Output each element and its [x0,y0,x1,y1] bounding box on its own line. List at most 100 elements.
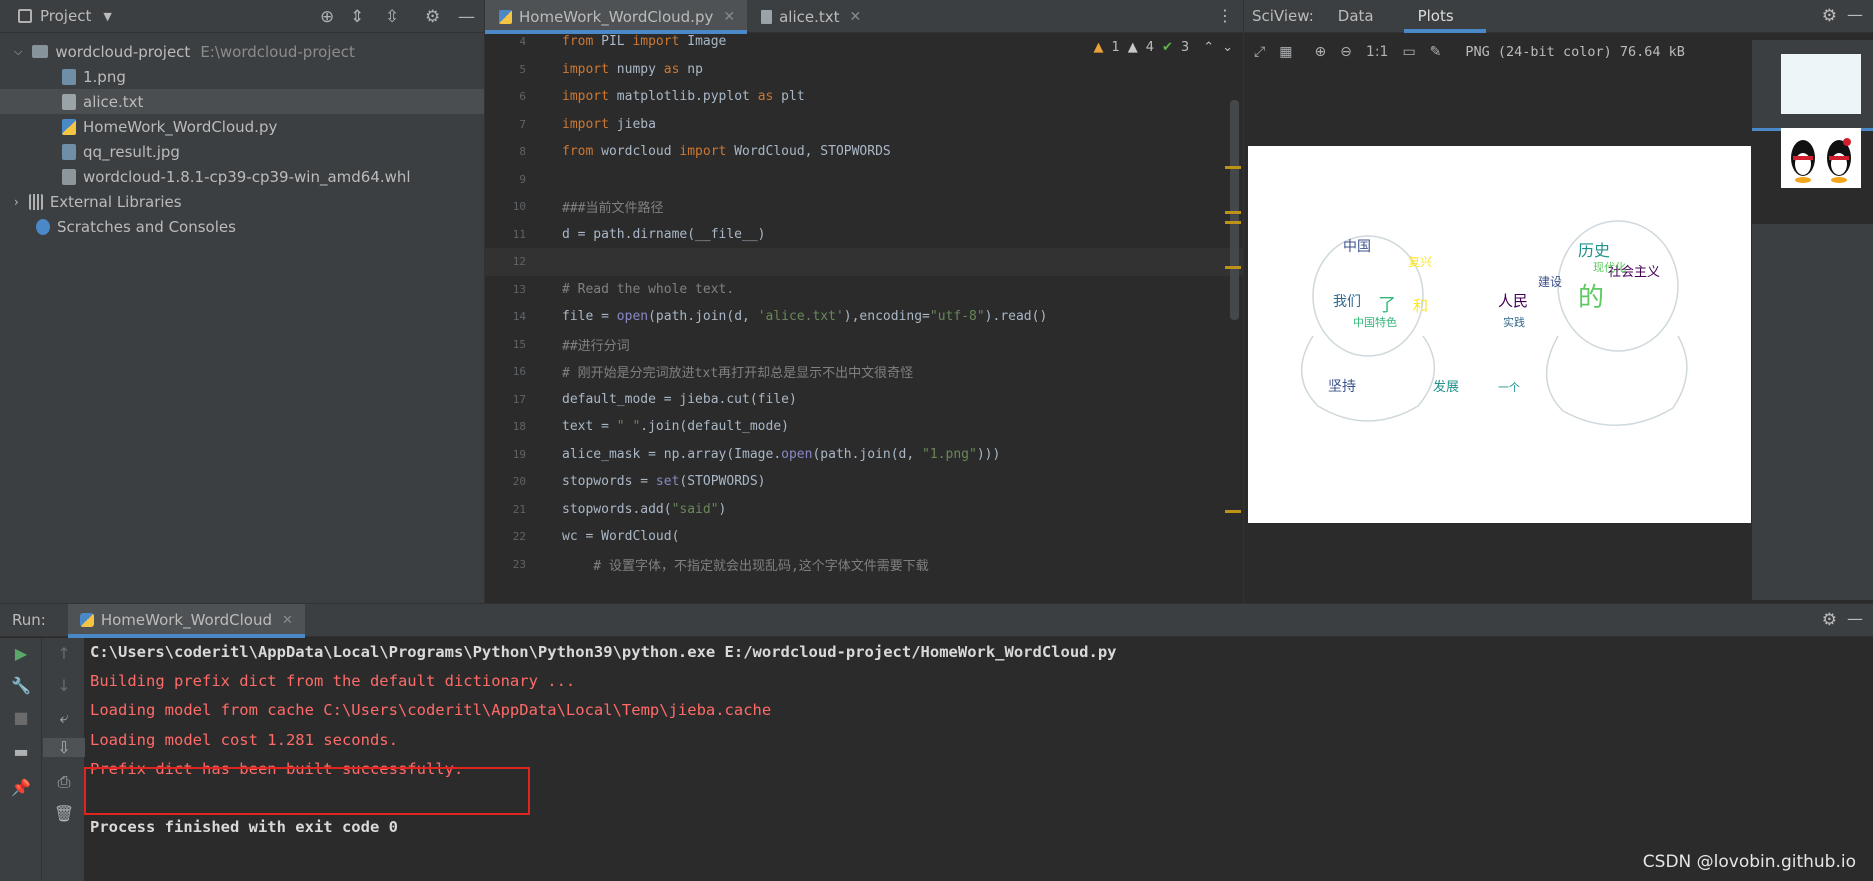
tab-data[interactable]: Data [1338,7,1374,25]
code-line[interactable]: 19 alice_mask = np.array(Image.open(path.… [485,441,1243,469]
code-line[interactable]: 15 ##进行分词 [485,331,1243,359]
tree-item-file[interactable]: 1.png [0,64,484,89]
code-line[interactable]: 22 wc = WordCloud( [485,523,1243,551]
pin-icon[interactable]: 📌 [0,778,42,797]
grid-icon[interactable]: ▦ [1279,44,1292,60]
code-line[interactable]: 20 stopwords = set(STOPWORDS) [485,468,1243,496]
code-text: d = path.dirname(__file__) [562,226,766,242]
text-file-icon [62,93,76,110]
scroll-to-end-icon[interactable]: ⇩ [43,738,85,757]
code-line[interactable]: 14 file = open(path.join(d, 'alice.txt'),… [485,303,1243,331]
code-text: import matplotlib.pyplot as plt [562,89,805,105]
tree-item-file[interactable]: HomeWork_WordCloud.py [0,114,484,139]
console-output[interactable]: C:\Users\coderitl\AppData\Local\Programs… [90,638,1873,881]
code-line[interactable]: 10 ###当前文件路径 [485,193,1243,221]
warning-marker[interactable] [1225,166,1241,169]
line-number: 16 [512,365,526,379]
expand-all-icon[interactable]: ⇕ [350,7,364,27]
code-line[interactable]: 5 import numpy as np [485,56,1243,84]
print-icon[interactable]: ⎙ [43,772,85,792]
warning-marker[interactable] [1225,211,1241,214]
stop-icon[interactable]: ■ [0,708,42,727]
thumbnail-wordcloud[interactable] [1781,54,1861,114]
hide-icon[interactable]: — [458,7,475,27]
run-icon[interactable]: ▶ [0,644,42,663]
code-line[interactable]: 13 # Read the whole text. [485,276,1243,304]
hide-icon[interactable]: — [1847,609,1863,628]
arrow-up-icon[interactable]: ↑ [43,644,85,663]
run-toolbar: ▶ 🔧 ■ ▬ 📌 ↑ ↓ ⤶ ⇩ ⎙ 🗑 [0,638,85,881]
code-text: from PIL import Image [562,34,727,50]
locate-icon[interactable]: ⊕ [320,7,334,27]
wordcloud-word: 和 [1413,297,1428,315]
tree-item-root[interactable]: ⌵ wordcloud-project E:\wordcloud-project [0,39,484,64]
line-number: 8 [519,145,526,159]
console-line: Process finished with exit code 0 [90,818,398,837]
zoom-out-icon[interactable]: ⊖ [1340,44,1352,60]
console-line: Loading model from cache C:\Users\coderi… [90,701,772,720]
wordcloud-word: 人民 [1498,292,1528,310]
arrow-down-icon[interactable]: ↓ [43,676,85,695]
scratches-icon [36,218,50,235]
code-line[interactable]: 9 [485,166,1243,194]
run-tab[interactable]: HomeWork_WordCloud ✕ [67,603,305,638]
code-line[interactable]: 16 # 刚开始是分完词放进txt再打开却总是显示不出中文很奇怪 [485,358,1243,386]
code-line[interactable]: 21 stopwords.add("said") [485,496,1243,524]
project-view-icon[interactable] [18,9,32,23]
python-file-icon [62,118,76,135]
folder-icon [32,45,49,58]
collapse-all-icon[interactable]: ⇳ [385,7,399,27]
editor-scrollbar[interactable] [1230,100,1239,320]
run-label: Run: [12,611,46,629]
code-line[interactable]: 23 # 设置字体，不指定就会出现乱码,这个字体文件需要下载 [485,551,1243,579]
warning-marker[interactable] [1225,221,1241,224]
fit-icon[interactable]: ⤢ [1254,44,1265,60]
gear-icon[interactable]: ⚙ [1822,6,1837,26]
close-icon[interactable]: ✕ [723,9,735,25]
tree-item-file[interactable]: qq_result.jpg [0,139,484,164]
tree-item-file[interactable]: wordcloud-1.8.1-cp39-cp39-win_amd64.whl [0,164,484,189]
code-area[interactable]: 4 from PIL import Image 5 import numpy as n… [485,34,1243,603]
tree-item-file[interactable]: alice.txt [0,89,484,114]
code-line[interactable]: 17 default_mode = jieba.cut(file) [485,386,1243,414]
project-title[interactable]: Project [40,7,91,25]
console-line: C:\Users\coderitl\AppData\Local\Programs… [90,643,1117,661]
wrench-icon[interactable]: 🔧 [0,676,42,695]
line-number: 12 [512,255,526,269]
thumbnail-penguins[interactable] [1781,128,1861,188]
chevron-down-icon[interactable]: ▼ [103,10,111,23]
wordcloud-word: 历史 [1578,241,1610,260]
gear-icon[interactable]: ⚙ [425,7,440,27]
code-line[interactable]: 7 import jieba [485,111,1243,139]
tree-item-scratches[interactable]: Scratches and Consoles [0,214,484,239]
layout-icon[interactable]: ▬ [0,742,42,761]
close-icon[interactable]: ✕ [850,9,862,25]
more-icon[interactable]: ⋮ [1217,6,1233,25]
highlight-box [84,767,530,815]
zoom-in-icon[interactable]: ⊕ [1314,44,1326,60]
soft-wrap-icon[interactable]: ⤶ [43,708,85,728]
wordcloud-image: 中国 历史 人民的我们了和坚持 发展 社会主义 现代化 实践 中国特色 复兴 建设 一个 [1248,146,1751,523]
tab-plots[interactable]: Plots [1418,7,1454,25]
tree-item-libraries[interactable]: › External Libraries [0,189,484,214]
code-line[interactable]: 12 [485,248,1243,276]
warning-marker[interactable] [1225,266,1241,269]
image-file-icon [62,68,76,85]
code-line[interactable]: 6 import matplotlib.pyplot as plt [485,83,1243,111]
warning-marker[interactable] [1225,510,1241,513]
hide-icon[interactable]: — [1847,5,1863,24]
color-picker-icon[interactable]: ✎ [1430,44,1442,60]
chevron-down-icon[interactable]: ⌵ [14,45,22,59]
code-text: import jieba [562,116,656,132]
code-line[interactable]: 18 text = " ".join(default_mode) [485,413,1243,441]
code-line[interactable]: 8 from wordcloud import WordCloud, STOPWO… [485,138,1243,166]
actual-size-button[interactable]: 1:1 [1366,44,1389,60]
chevron-right-icon[interactable]: › [14,195,19,209]
code-line[interactable]: 11 d = path.dirname(__file__) [485,221,1243,249]
background-icon[interactable]: ▭ [1402,44,1415,60]
close-icon[interactable]: ✕ [282,613,293,628]
gear-icon[interactable]: ⚙ [1822,610,1837,630]
trash-icon[interactable]: 🗑 [43,804,85,823]
penguin-icon [1791,138,1851,183]
code-line[interactable]: 4 from PIL import Image [485,28,1243,56]
